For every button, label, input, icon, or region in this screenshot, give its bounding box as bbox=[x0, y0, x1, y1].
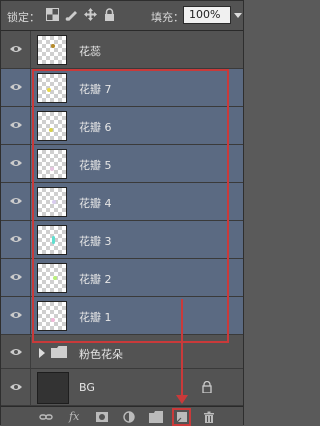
layer-row-background[interactable]: BG bbox=[1, 369, 243, 406]
eye-icon bbox=[10, 84, 22, 90]
annotation-arrow-head-icon bbox=[176, 395, 188, 404]
layer-thumbnail bbox=[37, 187, 67, 217]
layer-thumbnail bbox=[37, 372, 69, 404]
layer-row[interactable]: 花瓣 7 bbox=[1, 69, 243, 107]
lock-transparent-pixels-icon[interactable] bbox=[46, 8, 59, 21]
visibility-toggle[interactable] bbox=[1, 337, 31, 368]
new-layer-icon[interactable] bbox=[175, 411, 189, 423]
layer-name: 花瓣 7 bbox=[79, 83, 112, 96]
visibility-toggle[interactable] bbox=[1, 183, 31, 220]
layer-thumbnail-content bbox=[51, 44, 55, 48]
eye-icon bbox=[10, 160, 22, 166]
fx-icon[interactable]: fx bbox=[69, 410, 79, 423]
lock-icon bbox=[202, 381, 212, 393]
layer-row[interactable]: 花瓣 1 bbox=[1, 297, 243, 335]
layer-row[interactable]: 花瓣 4 bbox=[1, 183, 243, 221]
layer-thumbnail-content bbox=[49, 128, 53, 132]
layer-thumbnail-content bbox=[50, 167, 54, 171]
layer-thumbnail-content bbox=[52, 236, 55, 244]
layer-name: 花瓣 1 bbox=[79, 311, 112, 324]
eye-icon bbox=[10, 46, 22, 52]
layer-thumbnail-content bbox=[53, 276, 57, 280]
layer-thumbnail bbox=[37, 225, 67, 255]
annotation-arrow bbox=[181, 299, 183, 397]
layer-row[interactable]: 花瓣 2 bbox=[1, 259, 243, 297]
eye-icon bbox=[10, 384, 22, 390]
visibility-toggle[interactable] bbox=[1, 31, 31, 68]
visibility-toggle[interactable] bbox=[1, 145, 31, 182]
layer-thumbnail bbox=[37, 73, 67, 103]
layers-panel: 锁定： 填充： 100% 花蕊 花瓣 7 花瓣 6 花瓣 5 花瓣 4 花瓣 3… bbox=[0, 0, 244, 426]
layer-name: 花瓣 4 bbox=[79, 197, 112, 210]
adjustment-layer-icon[interactable] bbox=[122, 411, 136, 423]
eye-icon bbox=[10, 274, 22, 280]
fill-input[interactable]: 100% bbox=[183, 6, 231, 24]
add-layer-mask-icon[interactable] bbox=[95, 411, 109, 423]
layer-row[interactable]: 花瓣 3 bbox=[1, 221, 243, 259]
expand-group-arrow-icon[interactable] bbox=[39, 348, 45, 358]
eye-icon bbox=[10, 122, 22, 128]
visibility-toggle[interactable] bbox=[1, 221, 31, 258]
lock-icons bbox=[46, 8, 116, 21]
layer-thumbnail-content bbox=[51, 318, 55, 322]
eye-icon bbox=[10, 236, 22, 242]
fill-dropdown-arrow-icon[interactable] bbox=[234, 13, 242, 18]
lock-position-icon[interactable] bbox=[84, 8, 97, 21]
eye-icon bbox=[10, 198, 22, 204]
lock-image-pixels-icon[interactable] bbox=[65, 8, 78, 21]
layer-thumbnail-content bbox=[47, 88, 51, 92]
visibility-toggle[interactable] bbox=[1, 107, 31, 144]
lock-all-icon[interactable] bbox=[103, 8, 116, 21]
layer-name: 花瓣 5 bbox=[79, 159, 112, 172]
layer-thumbnail bbox=[37, 35, 67, 65]
layer-thumbnail bbox=[37, 149, 67, 179]
layer-name: 花瓣 3 bbox=[79, 235, 112, 248]
layer-row[interactable]: 花蕊 bbox=[1, 31, 243, 69]
layers-options-bar: 锁定： 填充： 100% bbox=[1, 1, 243, 31]
layer-thumbnail bbox=[37, 263, 67, 293]
folder-icon bbox=[51, 346, 67, 358]
new-group-folder-icon[interactable] bbox=[149, 411, 163, 423]
layer-name: 花瓣 2 bbox=[79, 273, 112, 286]
lock-label: 锁定： bbox=[7, 11, 40, 24]
layer-name: 花蕊 bbox=[79, 45, 101, 58]
visibility-toggle[interactable] bbox=[1, 297, 31, 334]
layers-bottom-toolbar: fx bbox=[1, 406, 243, 426]
layer-thumbnail-content bbox=[52, 200, 56, 204]
visibility-toggle[interactable] bbox=[1, 369, 31, 405]
layer-name: BG bbox=[79, 381, 95, 394]
link-layers-icon[interactable] bbox=[39, 411, 53, 423]
layer-row[interactable]: 花瓣 5 bbox=[1, 145, 243, 183]
group-row[interactable]: 粉色花朵 bbox=[1, 337, 243, 369]
visibility-toggle[interactable] bbox=[1, 259, 31, 296]
fill-label: 填充： bbox=[151, 11, 184, 24]
layer-thumbnail bbox=[37, 301, 67, 331]
layer-row[interactable]: 花瓣 6 bbox=[1, 107, 243, 145]
delete-layer-trash-icon[interactable] bbox=[202, 411, 216, 423]
eye-icon bbox=[10, 312, 22, 318]
layer-thumbnail bbox=[37, 111, 67, 141]
layer-name: 花瓣 6 bbox=[79, 121, 112, 134]
eye-icon bbox=[10, 349, 22, 355]
visibility-toggle[interactable] bbox=[1, 69, 31, 106]
group-name: 粉色花朵 bbox=[79, 348, 123, 361]
